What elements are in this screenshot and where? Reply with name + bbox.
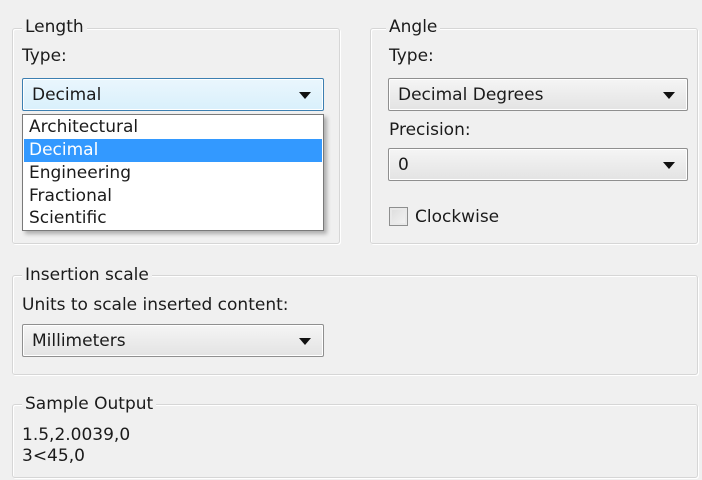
dropdown-option-architectural[interactable]: Architectural — [24, 116, 322, 139]
chevron-down-icon[interactable] — [299, 91, 311, 99]
dropdown-option-fractional[interactable]: Fractional — [24, 185, 322, 208]
angle-type-value: Decimal Degrees — [398, 84, 544, 105]
sample-output-line: 3<45,0 — [22, 446, 85, 466]
dropdown-option-scientific[interactable]: Scientific — [24, 207, 322, 230]
dropdown-option-decimal[interactable]: Decimal — [24, 139, 322, 162]
angle-type-combo[interactable]: Decimal Degrees — [388, 78, 688, 111]
chevron-down-icon[interactable] — [663, 91, 675, 99]
angle-group-title: Angle — [386, 17, 441, 37]
sample-output-line: 1.5,2.0039,0 — [22, 425, 131, 445]
length-type-label: Type: — [22, 46, 67, 66]
chevron-down-icon[interactable] — [663, 161, 675, 169]
length-group-title: Length — [22, 17, 87, 37]
angle-precision-value: 0 — [398, 154, 409, 175]
angle-precision-combo[interactable]: 0 — [388, 148, 688, 181]
drawing-units-dialog: Length Type: Decimal Angle Type: Decimal… — [0, 0, 702, 480]
units-to-scale-label: Units to scale inserted content: — [22, 295, 289, 315]
angle-precision-label: Precision: — [389, 120, 471, 140]
insertion-units-combo[interactable]: Millimeters — [22, 324, 324, 357]
clockwise-label[interactable]: Clockwise — [415, 207, 499, 227]
chevron-down-icon[interactable] — [299, 337, 311, 345]
length-type-value: Decimal — [32, 84, 102, 105]
length-type-dropdown-list: Architectural Decimal Engineering Fracti… — [22, 114, 324, 231]
angle-type-label: Type: — [389, 46, 434, 66]
insertion-units-value: Millimeters — [32, 330, 126, 351]
insertion-scale-title: Insertion scale — [22, 265, 152, 285]
length-type-combo[interactable]: Decimal — [22, 78, 324, 111]
dropdown-option-engineering[interactable]: Engineering — [24, 162, 322, 185]
clockwise-checkbox[interactable] — [389, 207, 408, 226]
sample-output-title: Sample Output — [22, 394, 157, 414]
